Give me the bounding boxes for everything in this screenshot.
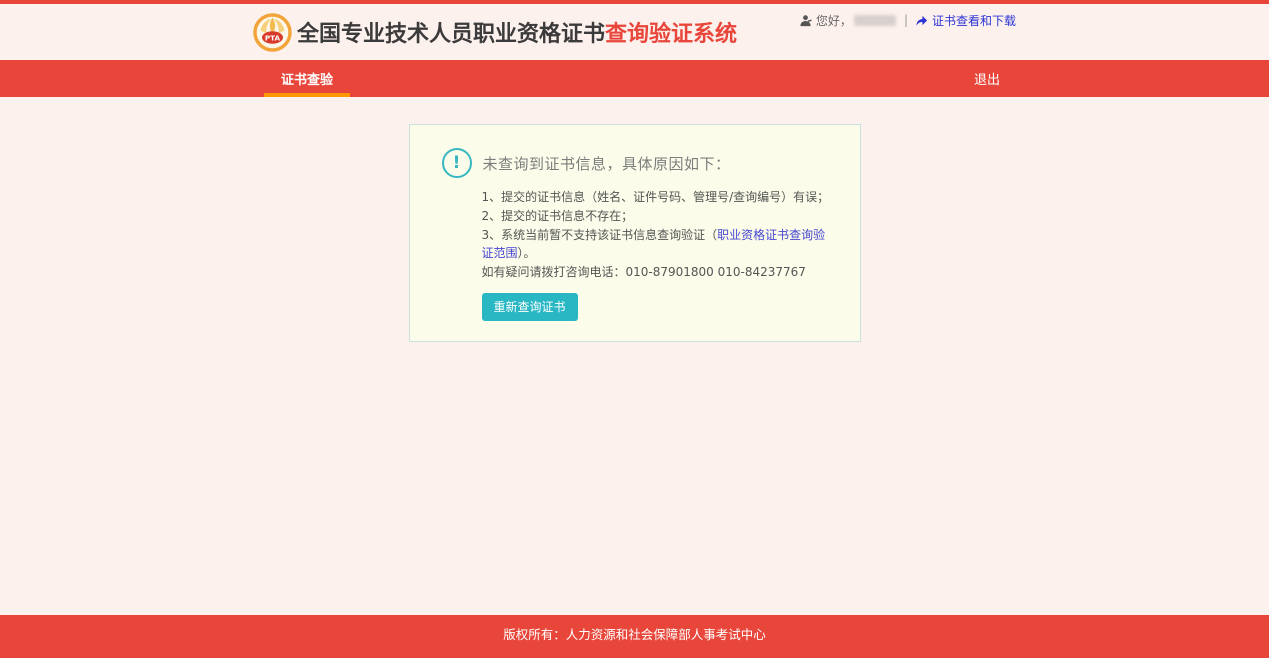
result-title: 未查询到证书信息，具体原因如下：: [483, 153, 731, 174]
reason-3-suffix: ）。: [518, 246, 536, 260]
main-content: ! 未查询到证书信息，具体原因如下： 1、提交的证书信息（姓名、证件号码、管理号…: [0, 97, 1269, 615]
svg-text:PTA: PTA: [265, 33, 281, 42]
tab-cert-check-label: 证书查验: [281, 69, 333, 88]
pta-logo-icon: PTA: [253, 13, 292, 52]
logout-label: 退出: [974, 69, 1000, 88]
page-title-accent: 查询验证系统: [605, 22, 737, 47]
tab-cert-check[interactable]: 证书查验: [264, 60, 350, 97]
exclamation-circle-icon: !: [442, 148, 472, 178]
separator: |: [904, 13, 908, 27]
active-tab-underline: [264, 93, 350, 97]
hotline-text: 如有疑问请拨打咨询电话：010-87901800 010-84237767: [482, 263, 830, 281]
user-icon: [799, 14, 812, 27]
logout-button[interactable]: 退出: [958, 60, 1016, 97]
main-nav: 证书查验 退出: [0, 60, 1269, 97]
result-head: ! 未查询到证书信息，具体原因如下：: [442, 148, 830, 178]
site-footer: 版权所有：人力资源和社会保障部人事考试中心: [0, 615, 1269, 658]
copyright-text: 版权所有：人力资源和社会保障部人事考试中心: [503, 624, 766, 643]
brand: PTA 全国专业技术人员职业资格证书查询验证系统: [253, 13, 737, 52]
view-download-link[interactable]: 证书查看和下载: [932, 12, 1016, 29]
reason-list: 1、提交的证书信息（姓名、证件号码、管理号/查询编号）有误； 2、提交的证书信息…: [482, 188, 830, 281]
page-title: 全国专业技术人员职业资格证书查询验证系统: [297, 16, 737, 48]
reason-3-prefix: 3、系统当前暂不支持该证书信息查询验证（: [482, 228, 718, 242]
page-title-main: 全国专业技术人员职业资格证书: [297, 22, 605, 47]
reason-3: 3、系统当前暂不支持该证书信息查询验证（职业资格证书查询验证范围）。: [482, 226, 830, 262]
reason-2: 2、提交的证书信息不存在；: [482, 207, 830, 225]
user-name-redacted: [854, 15, 896, 26]
site-header: PTA 全国专业技术人员职业资格证书查询验证系统 您好， | 证书查看和下载: [0, 4, 1269, 60]
requery-button[interactable]: 重新查询证书: [482, 293, 578, 321]
query-result-box: ! 未查询到证书信息，具体原因如下： 1、提交的证书信息（姓名、证件号码、管理号…: [409, 124, 861, 342]
user-area: 您好， | 证书查看和下载: [799, 12, 1016, 29]
greeting-label: 您好，: [816, 12, 852, 29]
share-arrow-icon: [915, 14, 928, 27]
reason-1: 1、提交的证书信息（姓名、证件号码、管理号/查询编号）有误；: [482, 188, 830, 206]
